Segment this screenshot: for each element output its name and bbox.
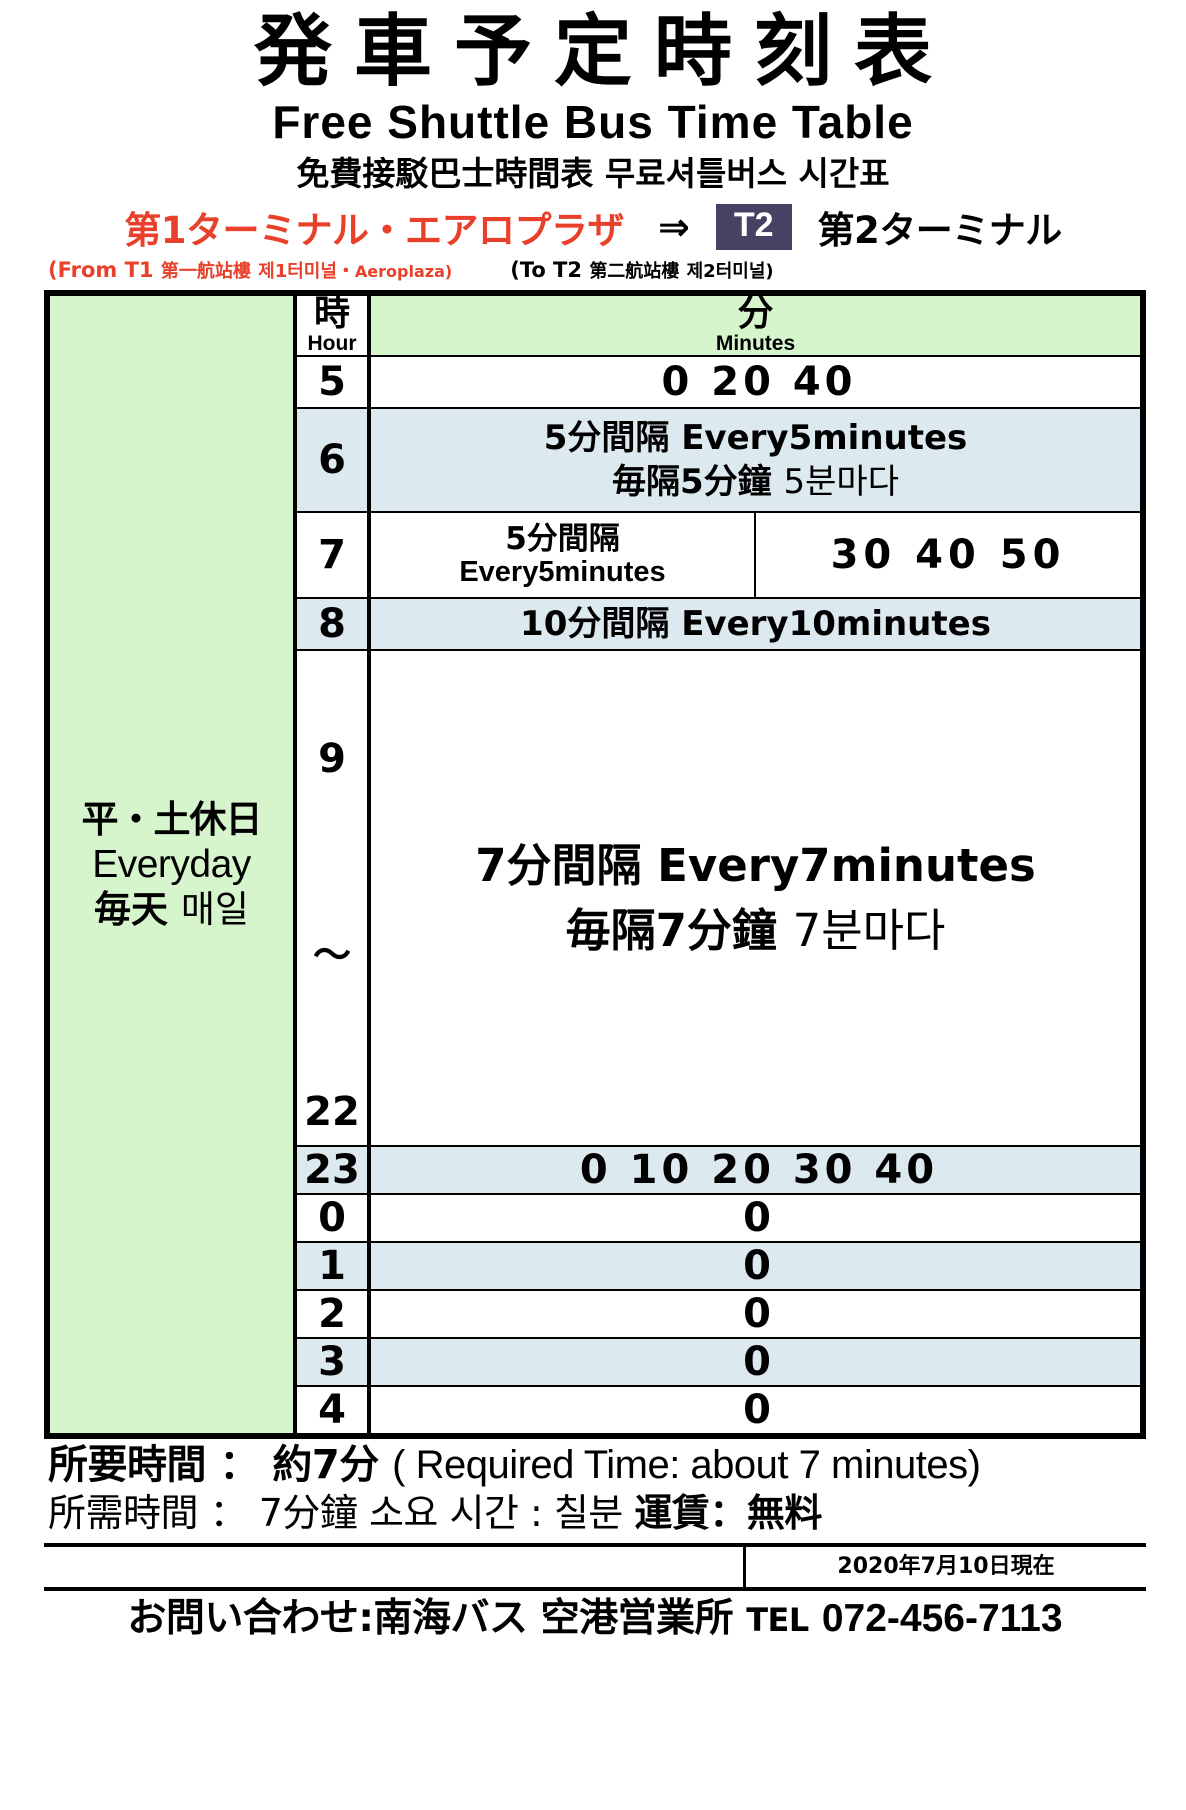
as-of-date: 2020年7月10日現在 (837, 1554, 1055, 1580)
as-of-date-row: 2020年7月10日現在 (44, 1547, 1146, 1592)
contact-phone-number: 072-456-7113 (821, 1597, 1063, 1641)
page-title-zh-ko: 免費接駁巴士時間表 무료셔틀버스 시간표 (296, 153, 890, 193)
frequency-note: 10分間隔 Every10minutes (368, 597, 1142, 652)
header-hour-jp: 時 (313, 293, 350, 335)
frequency-line2: Every5minutes (459, 556, 666, 589)
required-time-line-zh-ko: 所需時間 ： 7分鐘 소요 시간 : 칠분 運賃：無料 (48, 1490, 822, 1535)
hour-label: 8 (294, 597, 371, 652)
day-type-jp: 平・土休日 (81, 797, 263, 841)
poster-footer: 所要時間 ： 約7分 ( Required Time: about 7 minu… (44, 1439, 1146, 1646)
minutes-list: 0 20 40 (368, 355, 1142, 410)
required-time-line-jp: 所要時間 ： 約7分 ( Required Time: about 7 minu… (48, 1442, 981, 1489)
minutes-list: 0 (368, 1337, 1142, 1388)
route-origin-label: 第1ターミナル・エアロプラザ (124, 209, 624, 253)
hour-label: 23 (294, 1145, 371, 1196)
header-minutes-en: Minutes (715, 332, 796, 356)
timetable-poster: 発車予定時刻表 Free Shuttle Bus Time Table 免費接駁… (0, 0, 1186, 1810)
frequency-note: 5分間隔 Every5minutes (368, 511, 756, 600)
minutes-list: 0 (368, 1193, 1142, 1244)
minutes-list: 0 (368, 1385, 1142, 1436)
hour-range-tilde: 〜 (312, 932, 351, 977)
hour-label: 0 (294, 1193, 371, 1244)
frequency-line2: 毎隔7分鐘 7분마다 (565, 904, 946, 958)
hour-label: 1 (294, 1241, 371, 1292)
poster-header: 発車予定時刻表 Free Shuttle Bus Time Table 免費接駁… (0, 0, 1186, 194)
minutes-list: 0 (368, 1289, 1142, 1340)
route-destination-sublabel: (To T2 第二航站樓 제2터미널) (510, 258, 774, 283)
frequency-note: 5分間隔 Every5minutes 毎隔5分鐘 5분마다 (368, 407, 1142, 514)
tel-label: TEL (746, 1601, 809, 1640)
timetable: 平・土休日 Everyday 毎天 매일 時 Hour 分 Minutes 5 … (48, 293, 1142, 1436)
minutes-list: 0 10 20 30 40 (368, 1145, 1142, 1196)
hour-label: 6 (294, 407, 371, 514)
contact-line: お問い合わせ:南海バス 空港営業所 TEL 072-456-7113 (44, 1591, 1146, 1646)
arrow-right-icon: ⇒ (657, 205, 690, 250)
minutes-list: 30 40 50 (754, 511, 1142, 600)
terminal-badge-t2: T2 (715, 204, 792, 250)
route-line: 第1ターミナル・エアロプラザ ⇒ T2 第2ターミナル (0, 200, 1186, 254)
frequency-line1: 5分間隔 (505, 520, 620, 557)
day-type-cell: 平・土休日 Everyday 毎天 매일 (48, 294, 297, 1436)
hour-label: 7 (294, 511, 371, 600)
header-minutes-cell: 分 Minutes (368, 293, 1142, 358)
fare-label: 運賃：無料 (634, 1490, 822, 1535)
minutes-list: 0 (368, 1241, 1142, 1292)
frequency-line1: 7分間隔 Every7minutes (475, 838, 1036, 892)
page-title-en: Free Shuttle Bus Time Table (272, 95, 914, 148)
hour-label: 5 (294, 355, 371, 410)
hour-label: 3 (294, 1337, 371, 1388)
header-hour-en: Hour (307, 332, 357, 356)
timetable-container: 平・土休日 Everyday 毎天 매일 時 Hour 分 Minutes 5 … (44, 290, 1146, 1440)
hour-label: 2 (294, 1289, 371, 1340)
date-row-spacer (44, 1547, 746, 1588)
route-sublabels: (From T1 第一航站樓 제1터미널・Aeroplaza) (To T2 第… (0, 257, 1186, 283)
hour-range-end: 22 (304, 1088, 360, 1135)
frequency-line1: 5分間隔 Every5minutes (543, 417, 968, 458)
route-origin-sublabel: (From T1 第一航站樓 제1터미널・Aeroplaza) (48, 258, 453, 283)
contact-text: お問い合わせ:南海バス 空港営業所 (127, 1596, 734, 1642)
header-minutes-jp: 分 (737, 293, 774, 335)
hour-label: 4 (294, 1385, 371, 1436)
hour-range-label: 9 〜 22 (294, 649, 371, 1148)
table-header-row: 平・土休日 Everyday 毎天 매일 時 Hour 分 Minutes (48, 293, 1142, 1436)
frequency-note: 7分間隔 Every7minutes 毎隔7分鐘 7분마다 (368, 649, 1142, 1148)
page-title-jp: 発車予定時刻表 (253, 7, 954, 97)
header-hour-cell: 時 Hour (294, 293, 371, 358)
day-type-zh-ko: 毎天 매일 (94, 887, 249, 931)
route-destination-label: 第2ターミナル (817, 209, 1063, 253)
frequency-line2: 毎隔5分鐘 5분마다 (612, 462, 899, 503)
hour-range-start: 9 (318, 735, 346, 782)
day-type-en: Everyday (92, 842, 251, 886)
